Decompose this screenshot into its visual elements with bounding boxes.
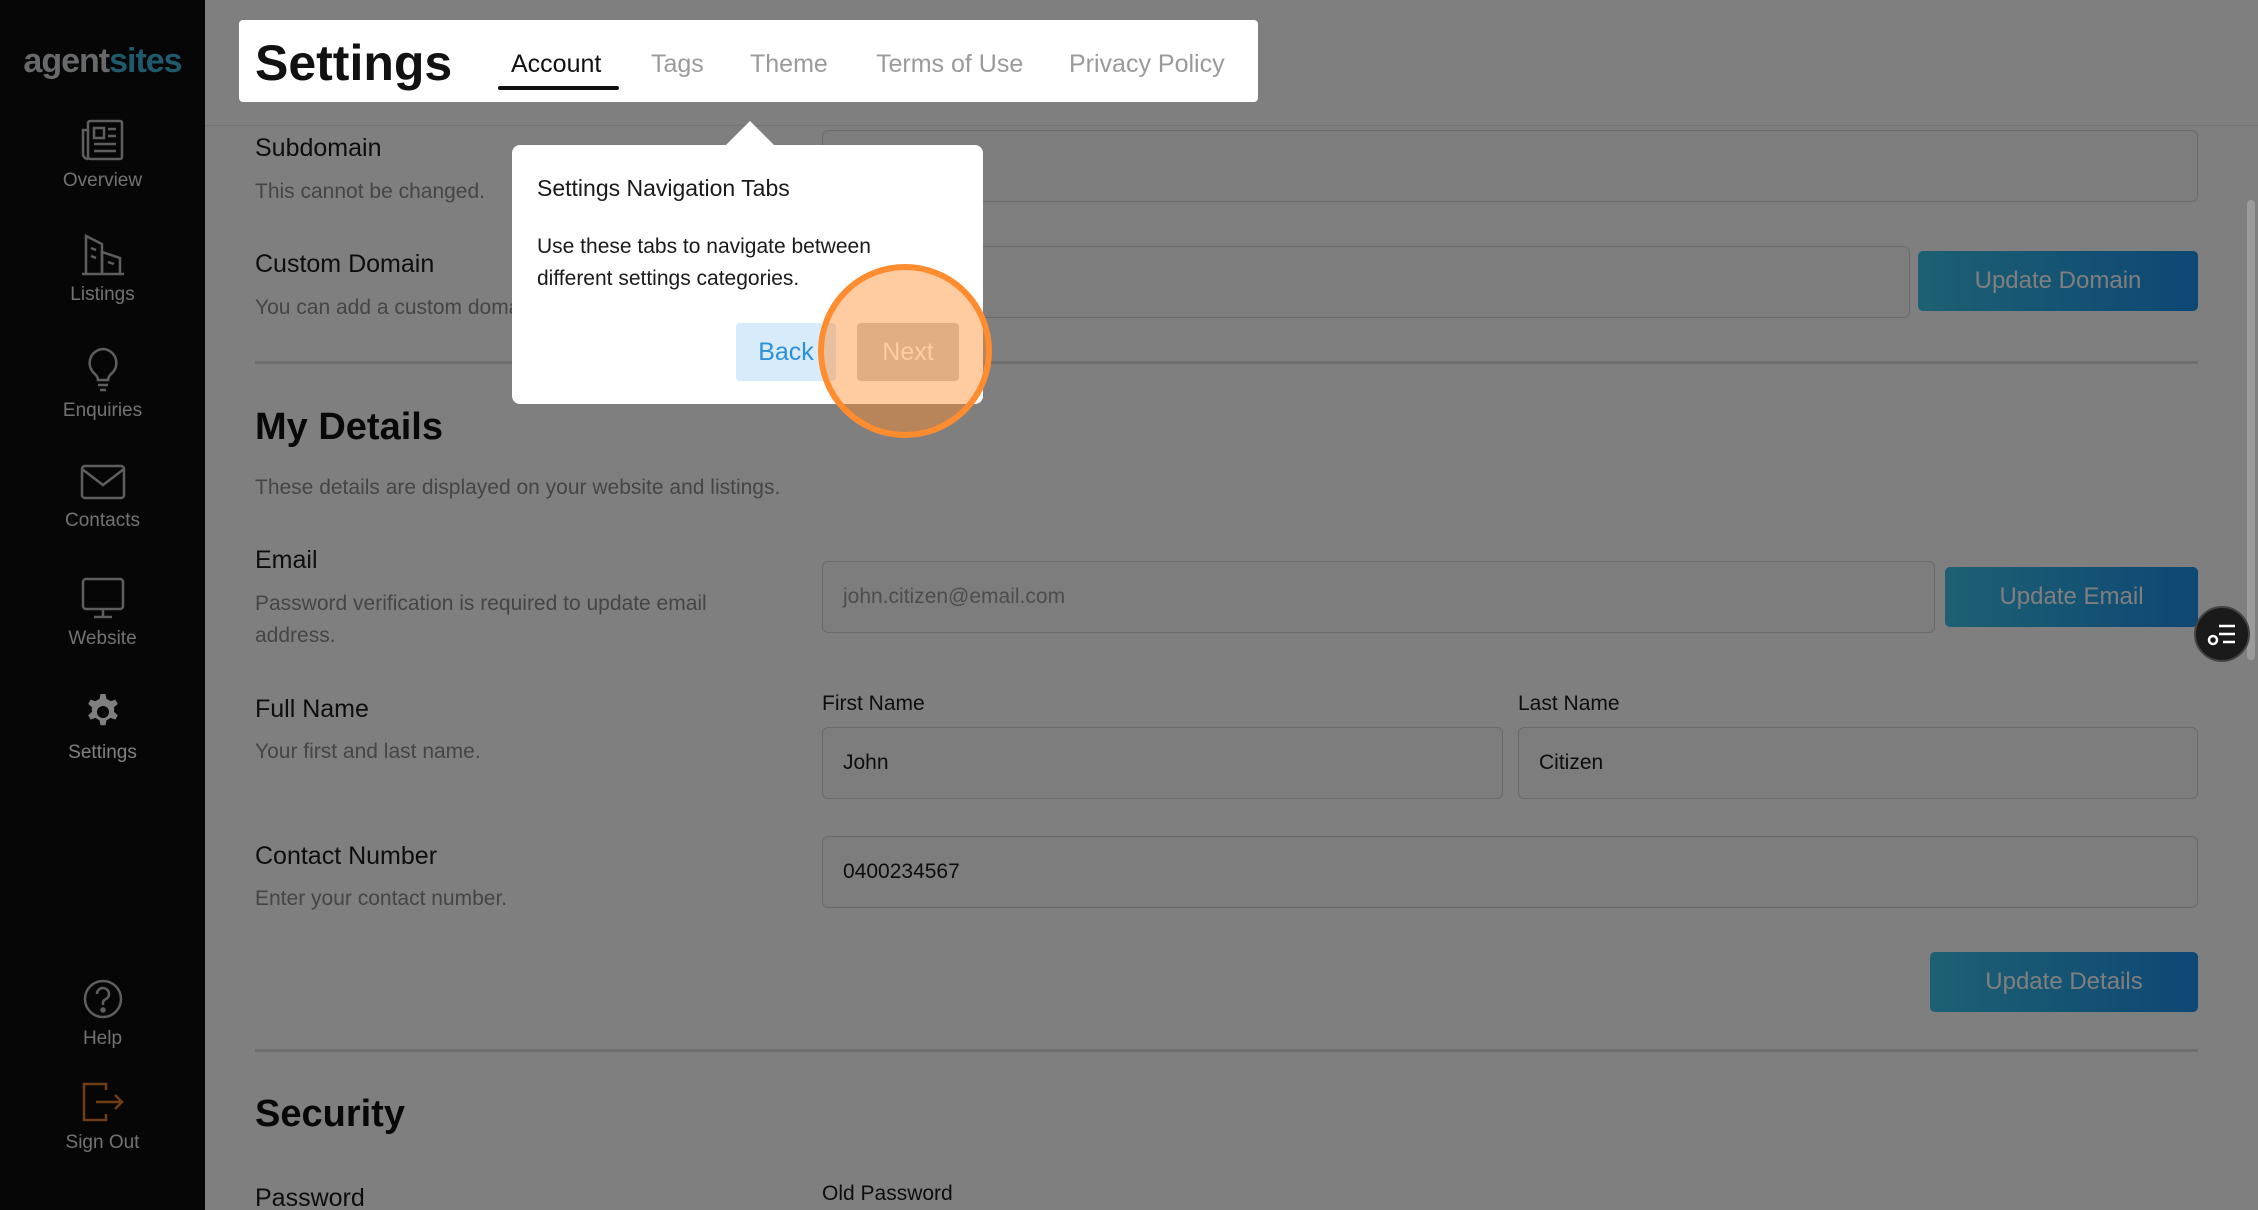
tab-theme[interactable]: Theme	[750, 50, 828, 79]
tab-terms-of-use[interactable]: Terms of Use	[876, 50, 1023, 79]
tab-account[interactable]: Account	[511, 50, 601, 79]
tooltip-arrow	[726, 121, 774, 145]
tour-overlay	[0, 0, 2258, 1210]
tooltip-title: Settings Navigation Tabs	[537, 175, 790, 201]
tab-tags[interactable]: Tags	[651, 50, 704, 79]
tab-privacy-policy[interactable]: Privacy Policy	[1069, 50, 1225, 79]
active-tab-indicator	[498, 86, 619, 90]
click-highlight	[818, 264, 992, 438]
page-title: Settings	[255, 35, 453, 91]
scrollbar[interactable]	[2247, 200, 2255, 660]
checklist-icon	[2207, 624, 2235, 646]
settings-tab-bar: Settings Account Tags Theme Terms of Use…	[239, 20, 1258, 102]
floating-menu-button[interactable]	[2194, 606, 2250, 662]
